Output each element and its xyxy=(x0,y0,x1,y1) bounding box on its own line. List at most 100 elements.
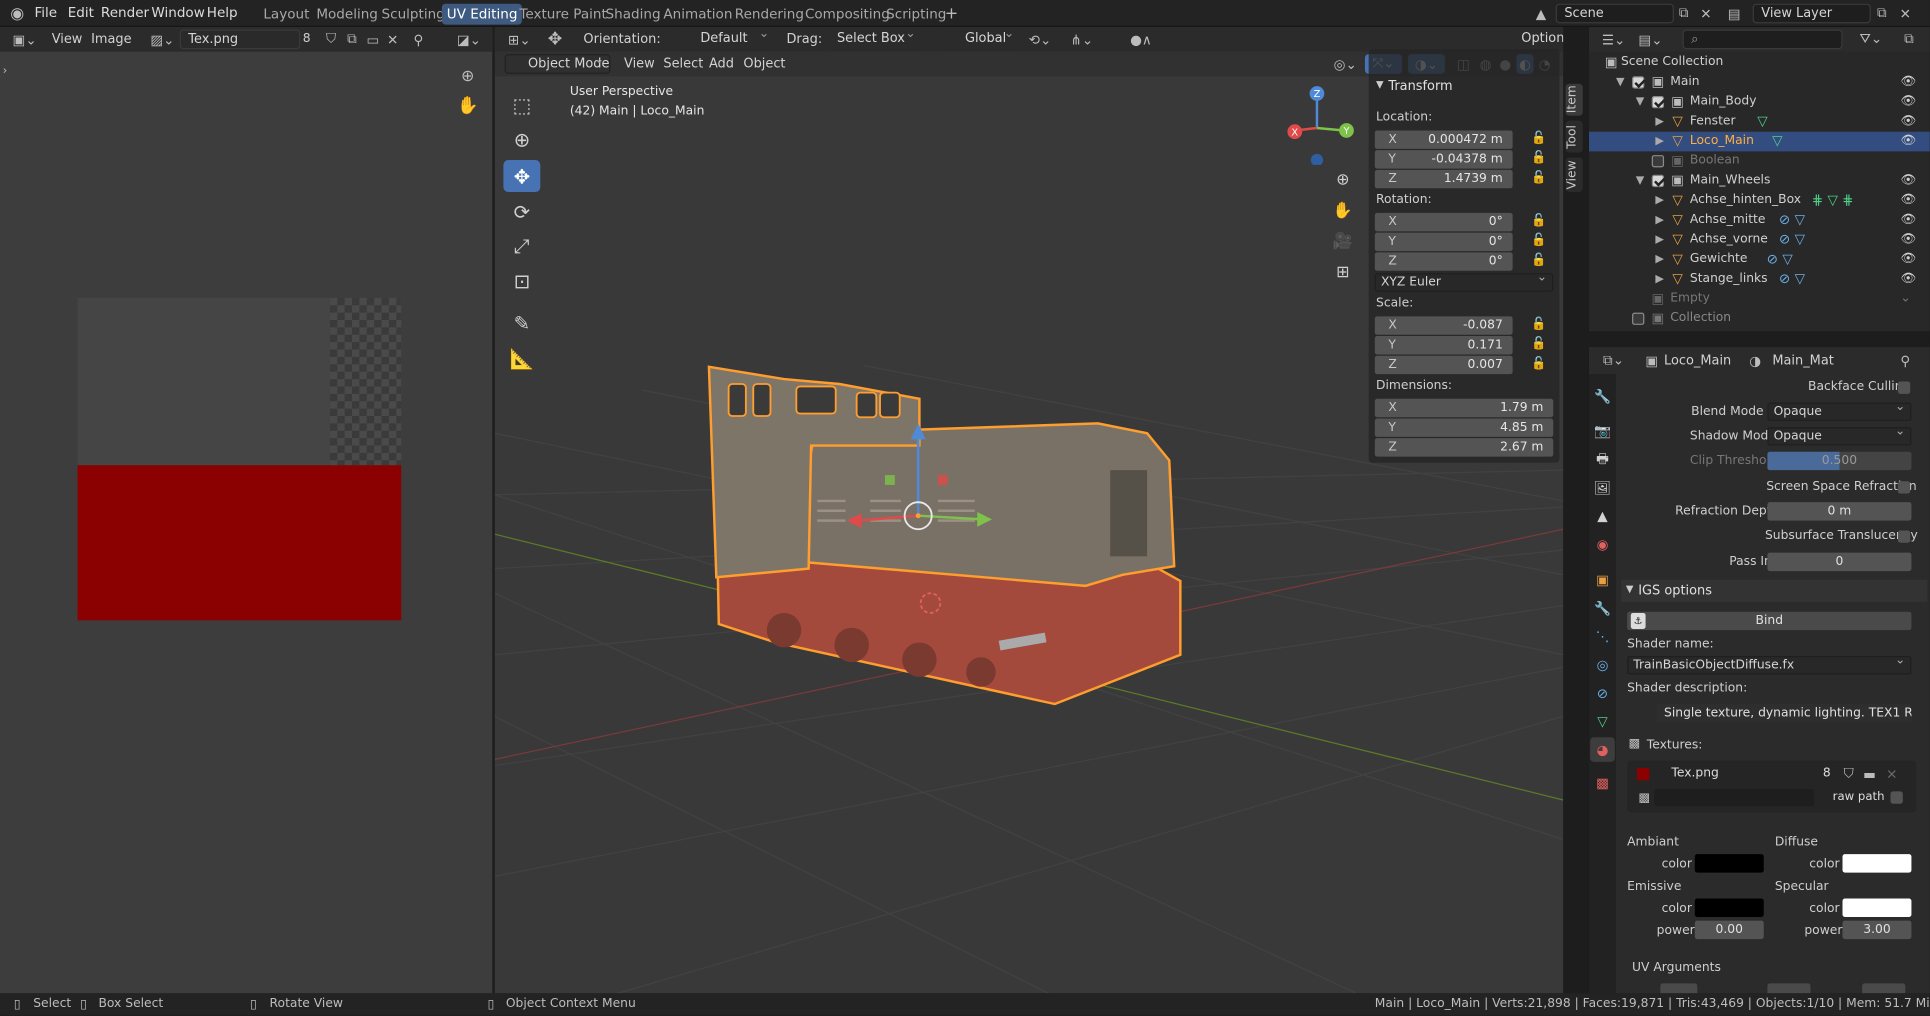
constraint-mesh-icons[interactable]: ⊘ ▽ xyxy=(1774,230,1811,250)
eye-icon[interactable]: 👁 xyxy=(1900,73,1916,93)
scene-icon[interactable]: ▲ xyxy=(1530,4,1552,24)
transform-tool-icon[interactable]: ✥ xyxy=(544,30,566,50)
tab-scripting[interactable]: Scripting xyxy=(881,4,951,25)
viewport-menu-view[interactable]: View xyxy=(624,57,655,72)
transform-tool[interactable]: ⊡ xyxy=(503,265,540,297)
tab-item[interactable]: Item xyxy=(1565,83,1583,116)
ambiant-color-swatch[interactable] xyxy=(1694,854,1764,873)
fake-user-icon[interactable]: ⛉ xyxy=(1841,766,1856,783)
viewport-menu-object[interactable]: Object xyxy=(743,57,785,72)
tab-shading[interactable]: Shading xyxy=(601,4,666,25)
igs-panel-header[interactable]: ▼ IGS options xyxy=(1620,579,1928,602)
eye-icon[interactable]: 👁 xyxy=(1900,270,1916,290)
outliner-row[interactable]: ▶ ▽ Achse_mitte ⊘ ▽ 👁 xyxy=(1589,210,1930,230)
expand-triangle-icon[interactable]: ▶ xyxy=(1655,112,1664,132)
material-tab-icon[interactable]: ◕ xyxy=(1590,737,1615,762)
pass-index-field[interactable]: 0 xyxy=(1767,552,1912,572)
scene-field[interactable]: Scene xyxy=(1555,3,1674,24)
zoom-view-icon[interactable]: ⊕ xyxy=(1329,166,1356,193)
tab-texture-paint[interactable]: Texture Paint xyxy=(514,4,611,25)
view-layer-tab-icon[interactable]: 🖼 xyxy=(1590,475,1615,500)
rotate-tool[interactable]: ⟳ xyxy=(503,196,540,228)
backface-culling-checkbox[interactable] xyxy=(1897,381,1911,394)
tab-uv-editing[interactable]: UV Editing xyxy=(441,3,523,25)
output-tab-icon[interactable]: 🖶 xyxy=(1590,447,1615,472)
fake-user-icon[interactable]: ⛉ xyxy=(322,30,339,50)
modifier-icons[interactable]: ⋕ ▽ ⋕ xyxy=(1806,191,1860,211)
rotation-z-field[interactable]: Z 0° xyxy=(1374,252,1513,271)
shader-name-dropdown[interactable]: TrainBasicObjectDiffuse.fx xyxy=(1627,652,1912,675)
measure-tool[interactable]: 📐 xyxy=(503,342,540,374)
diffuse-color-swatch[interactable] xyxy=(1842,854,1912,873)
cursor-tool[interactable]: ⊕ xyxy=(503,123,540,155)
outliner-row[interactable]: ▼ ▣ Main_Body 👁 xyxy=(1589,92,1930,112)
tab-animation[interactable]: Animation xyxy=(658,4,737,25)
image-name-field[interactable]: Tex.png xyxy=(179,29,301,50)
constraint-mesh-icons[interactable]: ⊘ ▽ xyxy=(1761,250,1798,270)
expand-triangle-icon[interactable]: ▶ xyxy=(1655,270,1664,290)
outliner-row[interactable]: ▣ Scene Collection xyxy=(1589,53,1930,73)
scale-z-field[interactable]: Z 0.007 xyxy=(1374,355,1513,375)
expand-triangle-icon[interactable]: ▶ xyxy=(1655,230,1664,250)
menu-window[interactable]: Window xyxy=(151,5,204,21)
constraint-mesh-icons[interactable]: ⊘ ▽ xyxy=(1774,270,1811,290)
constraint-mesh-icons[interactable]: ⊘ ▽ xyxy=(1774,210,1811,230)
delete-scene-icon[interactable]: ✕ xyxy=(1697,4,1714,24)
expand-triangle-icon[interactable]: ▼ xyxy=(1636,171,1645,191)
data-tab-icon[interactable]: ▽ xyxy=(1590,709,1615,734)
collapse-triangle-icon[interactable]: ▼ xyxy=(1376,79,1384,90)
rotation-x-field[interactable]: X 0° xyxy=(1374,212,1513,232)
eye-icon[interactable]: 👁 xyxy=(1900,230,1916,250)
lock-location-z-icon[interactable]: 🔓 xyxy=(1531,171,1546,186)
texture-path-input[interactable] xyxy=(1654,788,1815,807)
menu-file[interactable]: File xyxy=(34,5,57,21)
tab-layout[interactable]: Layout xyxy=(258,4,314,25)
menu-edit[interactable]: Edit xyxy=(68,5,94,21)
outliner-row-selected[interactable]: ▶ ▽ Loco_Main ▽ 👁 xyxy=(1588,131,1930,152)
transform-orientation-dropdown[interactable]: Global xyxy=(940,27,1020,50)
viewport-menu-select[interactable]: Select xyxy=(663,57,703,72)
outliner-row[interactable]: ▶ ▽ Achse_vorne ⊘ ▽ 👁 xyxy=(1589,230,1930,250)
bind-button[interactable]: Bind xyxy=(1627,611,1912,631)
editor-type-icon[interactable]: ▣⌄ xyxy=(10,30,40,50)
lock-rotation-z-icon[interactable]: 🔓 xyxy=(1531,254,1546,269)
texture-slot-list[interactable]: Tex.png 8 ⛉ ▬ ✕ ▩ raw path xyxy=(1627,760,1917,813)
physics-tab-icon[interactable]: ◎ xyxy=(1590,652,1615,677)
tab-sculpting[interactable]: Sculpting xyxy=(377,4,450,25)
outliner-search-input[interactable]: ⌕ xyxy=(1682,29,1843,50)
new-collection-icon[interactable]: ⧉ xyxy=(1899,30,1919,50)
eye-icon[interactable]: 👁 xyxy=(1900,210,1916,230)
view-layer-icon[interactable]: ▤ xyxy=(1723,4,1745,24)
proportional-edit-icon[interactable]: ●∧ xyxy=(1118,30,1165,50)
properties-editor-type-icon[interactable]: ⧉⌄ xyxy=(1599,351,1629,371)
exclude-checkbox[interactable] xyxy=(1651,96,1665,109)
dimensions-y-field[interactable]: Y 4.85 m xyxy=(1374,418,1554,437)
clip-threshold-slider[interactable]: 0.500 xyxy=(1767,451,1912,471)
exclude-checkbox[interactable] xyxy=(1651,174,1665,188)
emissive-color-swatch[interactable] xyxy=(1694,898,1764,917)
outliner-row[interactable]: ▶ ▽ Achse_hinten_Box ⋕ ▽ ⋕ 👁 xyxy=(1589,191,1930,211)
dimensions-z-field[interactable]: Z 2.67 m xyxy=(1374,438,1554,457)
mesh-data-icon[interactable]: ▽ xyxy=(1769,132,1786,152)
viewport-menu-add[interactable]: Add xyxy=(709,57,734,72)
exclude-checkbox[interactable] xyxy=(1632,312,1645,325)
eye-icon[interactable]: 👁 xyxy=(1900,171,1916,191)
shader-description-field[interactable]: Single texture, dynamic lighting. TEX1 R… xyxy=(1656,704,1912,723)
options-dropdown[interactable]: Options xyxy=(1513,27,1564,50)
dimensions-x-field[interactable]: X 1.79 m xyxy=(1374,398,1554,418)
scale-tool[interactable]: ⤢ xyxy=(503,230,540,262)
uv-arg-field[interactable] xyxy=(1660,983,1698,994)
pin-icon[interactable]: ⚲ xyxy=(1897,351,1914,371)
tool-settings-tab-icon[interactable]: 🔧 xyxy=(1590,384,1615,409)
eye-icon[interactable]: 👁 xyxy=(1900,191,1916,211)
drag-dropdown[interactable]: Select Box xyxy=(829,27,921,50)
tab-view[interactable]: View xyxy=(1565,157,1583,193)
texture-tab-icon[interactable]: ▩ xyxy=(1590,770,1615,795)
navigation-gizmo[interactable]: Z Y X xyxy=(1282,84,1356,165)
expand-triangle-icon[interactable]: ▶ xyxy=(1655,250,1664,270)
unlink-image-icon[interactable]: ✕ xyxy=(384,30,401,50)
delete-view-layer-icon[interactable]: ✕ xyxy=(1897,4,1914,24)
lock-location-y-icon[interactable]: 🔓 xyxy=(1531,151,1546,166)
lock-location-x-icon[interactable]: 🔓 xyxy=(1531,132,1546,147)
view-layer-field[interactable]: View Layer xyxy=(1752,3,1871,24)
